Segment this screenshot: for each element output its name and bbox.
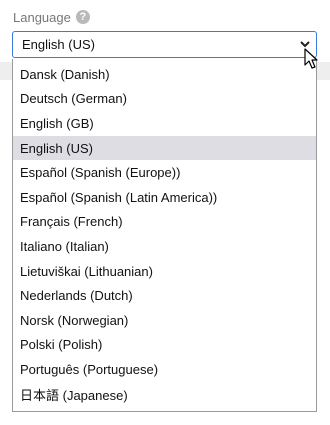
option-nederlands[interactable]: Nederlands (Dutch) bbox=[13, 283, 316, 308]
option-espanol-europe[interactable]: Español (Spanish (Europe)) bbox=[13, 160, 316, 185]
option-polski[interactable]: Polski (Polish) bbox=[13, 333, 316, 358]
language-select-value: English (US) bbox=[22, 37, 95, 52]
language-label-row: Language ? bbox=[13, 8, 90, 26]
language-settings: Language ? English (US) Dansk (Danish) D… bbox=[0, 0, 330, 425]
option-english-us[interactable]: English (US) bbox=[13, 135, 316, 161]
option-japanese[interactable]: 日本語 (Japanese) bbox=[13, 382, 316, 407]
option-norsk[interactable]: Norsk (Norwegian) bbox=[13, 308, 316, 333]
option-english-gb[interactable]: English (GB) bbox=[13, 111, 316, 136]
language-dropdown-list: Dansk (Danish) Deutsch (German) English … bbox=[12, 59, 317, 412]
option-espanol-latam[interactable]: Español (Spanish (Latin America)) bbox=[13, 185, 316, 210]
language-select[interactable]: English (US) bbox=[12, 31, 317, 58]
help-icon[interactable]: ? bbox=[75, 10, 90, 24]
option-portugues[interactable]: Português (Portuguese) bbox=[13, 357, 316, 382]
option-francais[interactable]: Français (French) bbox=[13, 210, 316, 235]
option-dansk[interactable]: Dansk (Danish) bbox=[13, 62, 316, 87]
option-italiano[interactable]: Italiano (Italian) bbox=[13, 234, 316, 259]
option-lietuviskai[interactable]: Lietuviškai (Lithuanian) bbox=[13, 259, 316, 284]
mouse-cursor-icon bbox=[304, 48, 318, 69]
option-deutsch[interactable]: Deutsch (German) bbox=[13, 87, 316, 112]
language-label: Language bbox=[13, 9, 71, 25]
